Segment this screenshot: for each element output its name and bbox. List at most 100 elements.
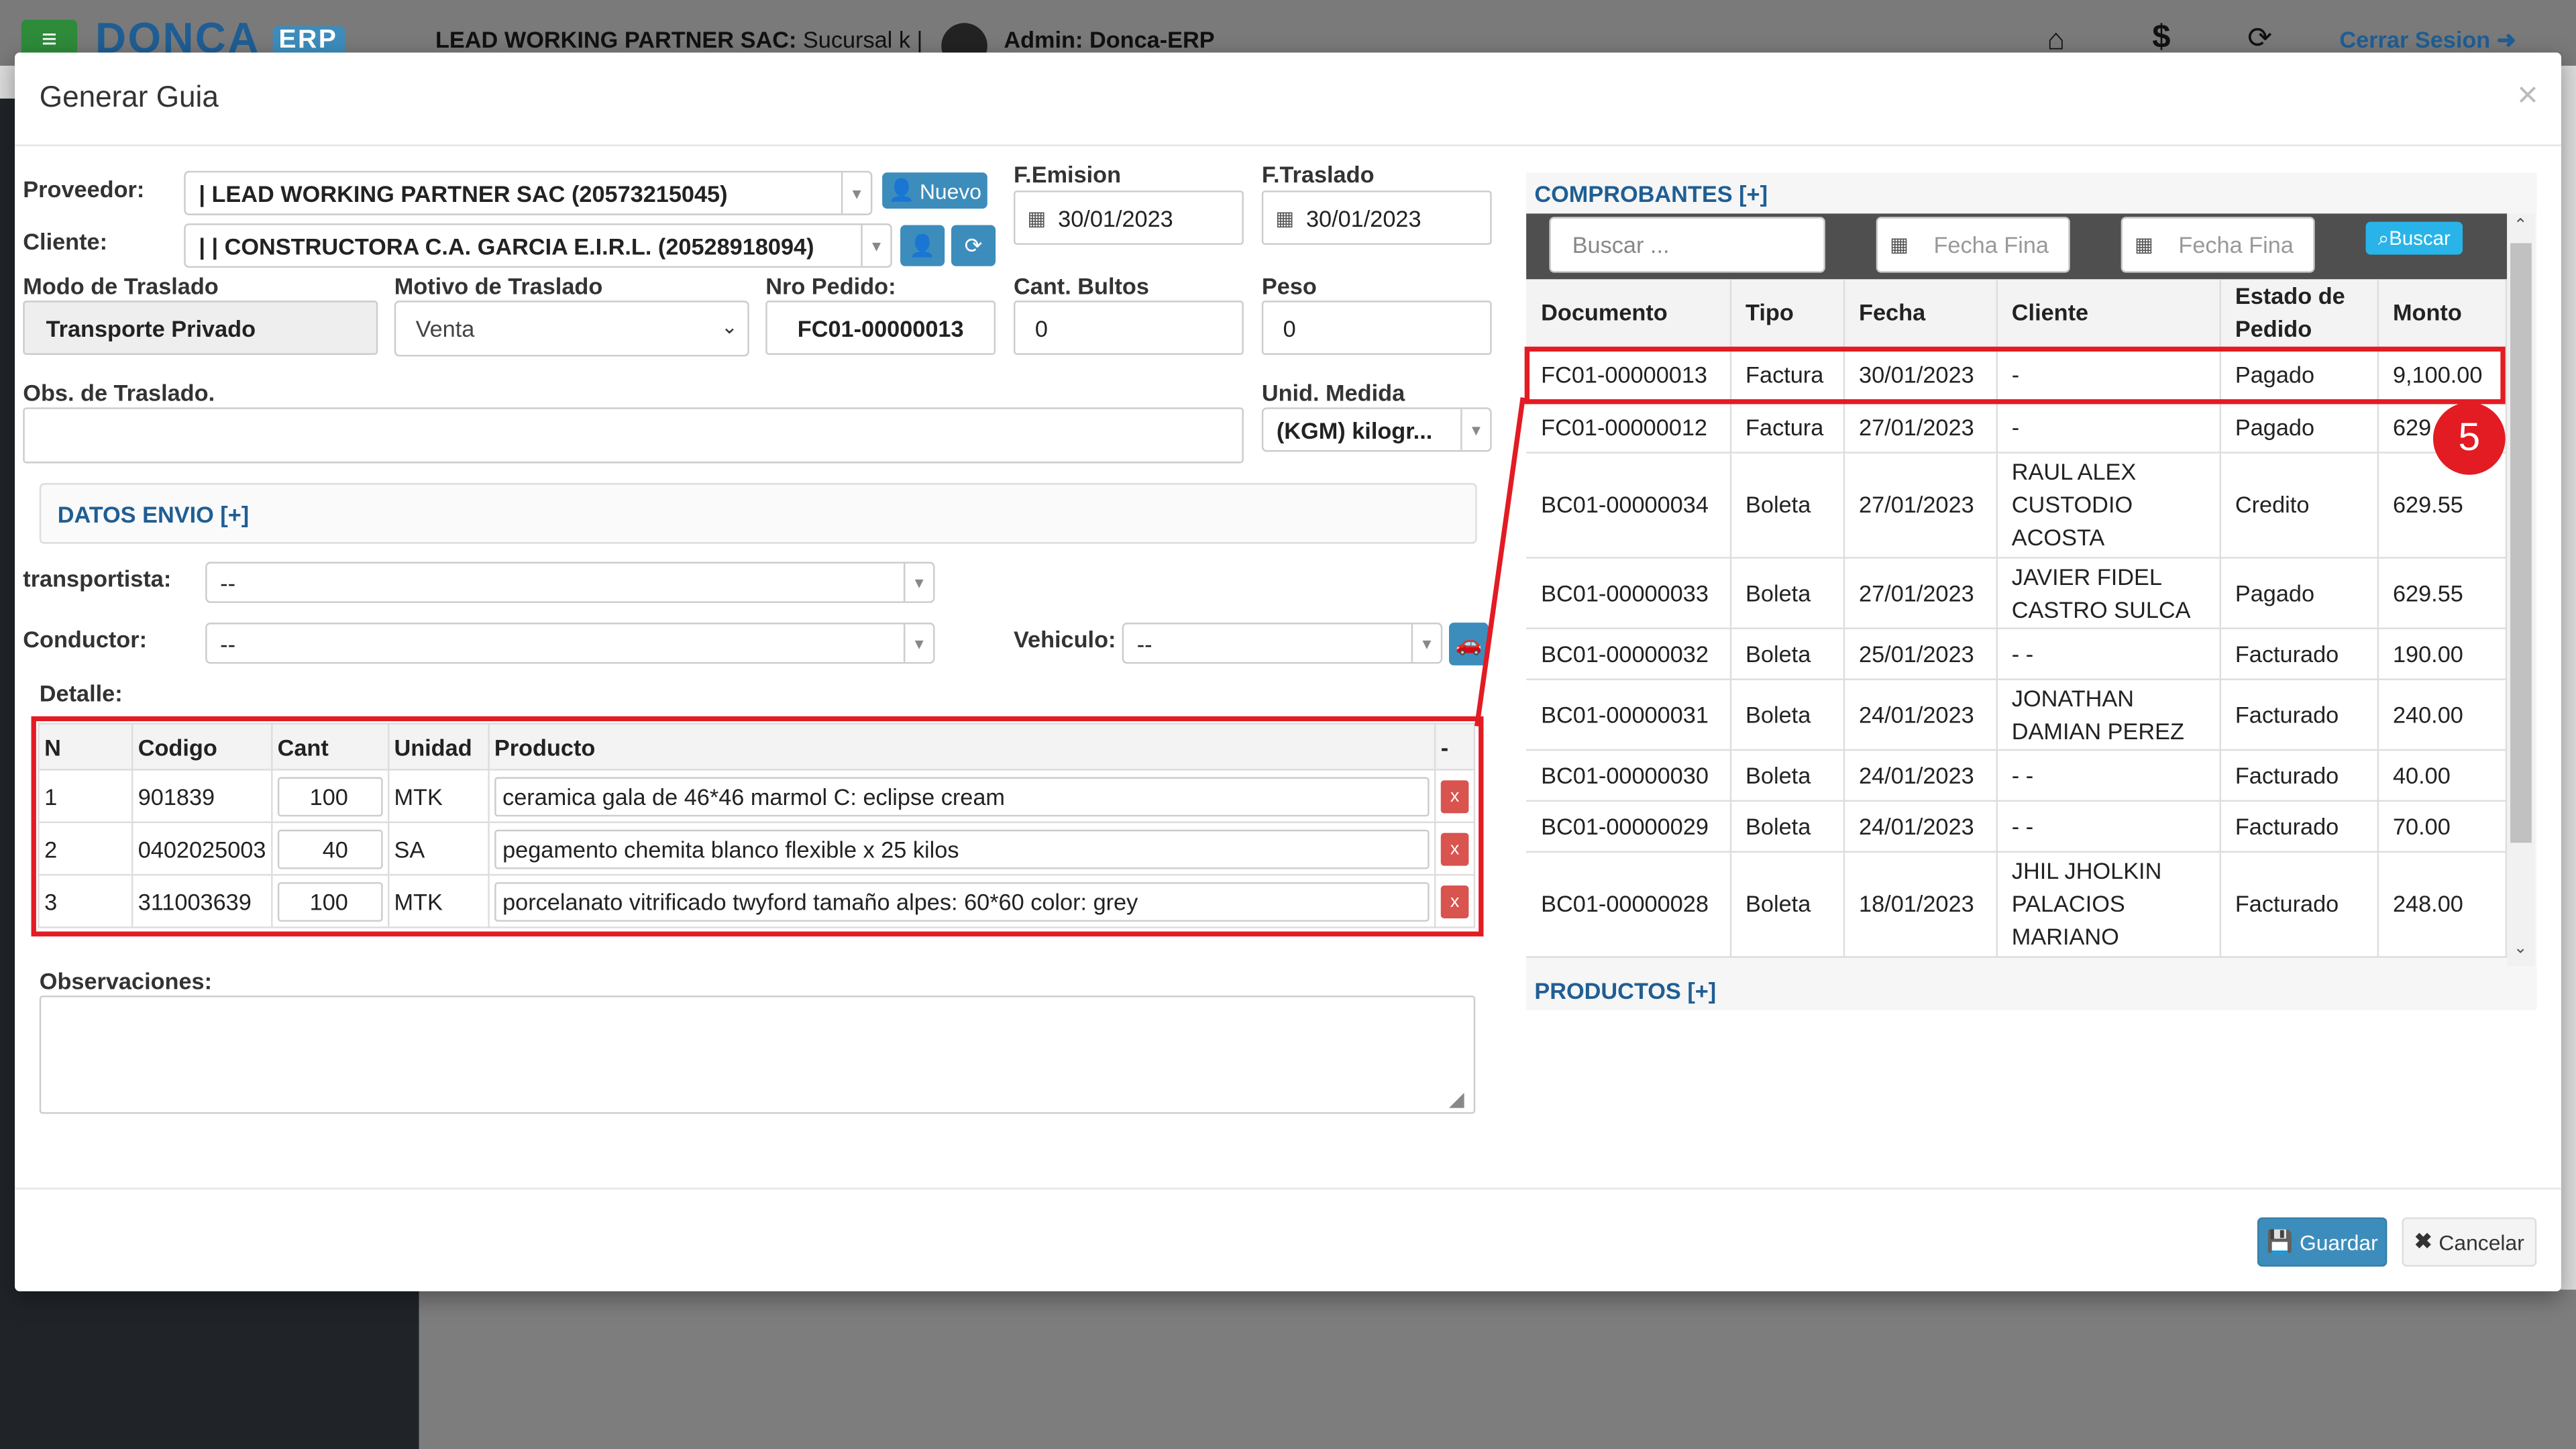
comprobantes-toggle[interactable]: COMPROBANTES [+] — [1534, 180, 1768, 207]
cancelar-button[interactable]: ✖ Cancelar — [2402, 1217, 2537, 1267]
cell-estado: Credito — [2219, 451, 2378, 558]
modal-title: Generar Guia — [39, 80, 219, 113]
conductor-value: -- — [220, 630, 236, 657]
cell-cliente: JHIL JHOLKIN PALACIOS MARIANO — [1996, 851, 2220, 957]
refresh-icon: ⟳ — [964, 232, 983, 258]
nro-pedido-label: Nro Pedido: — [765, 272, 896, 299]
f-traslado-field[interactable]: ▦ 30/01/2023 — [1261, 191, 1492, 245]
chevron-down-icon: ▼ — [1411, 624, 1441, 662]
cell-fecha: 27/01/2023 — [1843, 557, 1997, 629]
chevron-down-icon: ⌄ — [720, 315, 738, 339]
detalle-label: Detalle: — [39, 680, 123, 707]
cell-documento: BC01-00000033 — [1526, 557, 1731, 629]
add-client-button[interactable]: 👤 — [900, 225, 945, 266]
cell-tipo: Boleta — [1729, 557, 1845, 629]
close-icon: ✖ — [2414, 1228, 2432, 1254]
motivo-traslado-label: Motivo de Traslado — [394, 272, 603, 299]
col-fecha: Fecha — [1843, 279, 1997, 347]
nuevo-proveedor-button[interactable]: 👤 Nuevo — [882, 172, 987, 209]
logout-icon: ➜ — [2496, 26, 2516, 53]
save-icon: 💾 — [2266, 1228, 2294, 1254]
table-row[interactable]: BC01-00000033 Boleta 27/01/2023 JAVIER FIDE… — [1526, 557, 2508, 629]
app-content-area — [419, 1289, 2576, 1449]
obs-traslado-field[interactable] — [23, 407, 1244, 464]
vehiculo-value: -- — [1136, 630, 1152, 657]
fecha-fin-placeholder-2: Fecha Fina — [2178, 231, 2294, 258]
cell-monto: 240.00 — [2377, 678, 2508, 750]
cell-tipo: Boleta — [1729, 627, 1845, 680]
col-cliente: Cliente — [1996, 279, 2220, 347]
vehiculo-select[interactable]: -- ▼ — [1122, 623, 1443, 664]
buscar-button[interactable]: ⌕ Buscar — [2365, 221, 2463, 255]
close-icon[interactable]: × — [2517, 74, 2538, 117]
modal-footer-divider — [15, 1187, 2561, 1190]
datos-envio-toggle[interactable]: DATOS ENVIO [+] — [58, 501, 249, 527]
table-row[interactable]: BC01-00000028 Boleta 18/01/2023 JHIL JHOLKI… — [1526, 851, 2508, 957]
table-row[interactable]: BC01-00000029 Boleta 24/01/2023- - Facturad… — [1526, 800, 2508, 852]
cell-monto: 629.55 — [2377, 557, 2508, 629]
chevron-down-icon: ▼ — [841, 172, 871, 214]
observaciones-label: Observaciones: — [39, 967, 213, 994]
f-emision-field[interactable]: ▦ 30/01/2023 — [1014, 191, 1244, 245]
obs-traslado-label: Obs. de Traslado. — [23, 379, 215, 406]
comprobantes-search-input[interactable]: Buscar ... — [1549, 217, 1825, 273]
dollar-icon[interactable]: $ — [2152, 19, 2170, 57]
col-tipo: Tipo — [1729, 279, 1845, 347]
scroll-up-icon[interactable]: ⌃ — [2514, 217, 2528, 235]
table-row[interactable]: BC01-00000030 Boleta 24/01/2023- - Facturad… — [1526, 749, 2508, 801]
step-badge: 5 — [2432, 402, 2506, 475]
cliente-select[interactable]: | | CONSTRUCTORA C.A. GARCIA E.I.R.L. (2… — [184, 223, 892, 268]
logout-link[interactable]: Cerrar Sesion ➜ — [2339, 26, 2516, 54]
table-row[interactable]: BC01-00000031 Boleta 24/01/2023 JONATHAN DA… — [1526, 678, 2508, 750]
table-row[interactable]: FC01-00000012 Factura 27/01/2023- Pagado 629 — [1526, 400, 2508, 453]
calendar-icon: ▦ — [2135, 233, 2153, 257]
cell-estado: Facturado — [2219, 800, 2378, 852]
table-row[interactable]: BC01-00000032 Boleta 25/01/2023- - Facturad… — [1526, 627, 2508, 680]
cancelar-label: Cancelar — [2438, 1230, 2524, 1254]
resize-handle-icon[interactable]: ◢ — [1449, 1087, 1464, 1110]
nro-pedido-field[interactable]: FC01-00000013 — [765, 301, 996, 355]
cell-estado: Pagado — [2219, 400, 2378, 453]
fecha-fin-field-2[interactable]: ▦ Fecha Fina — [2121, 217, 2315, 273]
refresh-client-button[interactable]: ⟳ — [951, 225, 996, 266]
settings-icon[interactable]: ⟳ — [2247, 21, 2272, 56]
cell-cliente: JONATHAN DAMIAN PEREZ — [1996, 678, 2220, 750]
motivo-traslado-select[interactable]: Venta ⌄ — [394, 301, 749, 357]
unid-medida-select[interactable]: (KGM) kilogr... ▼ — [1261, 407, 1492, 452]
cell-tipo: Boleta — [1729, 749, 1845, 801]
cant-bultos-field[interactable]: 0 — [1014, 301, 1244, 355]
cell-monto: 248.00 — [2377, 851, 2508, 957]
unid-medida-label: Unid. Medida — [1261, 379, 1405, 406]
col-documento: Documento — [1526, 279, 1731, 347]
unid-medida-value: (KGM) kilogr... — [1276, 416, 1433, 443]
conductor-select[interactable]: -- ▼ — [205, 623, 935, 664]
cell-documento: BC01-00000030 — [1526, 749, 1731, 801]
buscar-label: Buscar — [2389, 226, 2451, 250]
modo-traslado-field[interactable]: Transporte Privado — [23, 301, 378, 355]
transportista-value: -- — [220, 569, 236, 596]
nuevo-label: Nuevo — [919, 178, 981, 203]
cell-tipo: Boleta — [1729, 678, 1845, 750]
comprobantes-scrollbar[interactable]: ⌃ ⌄ — [2507, 213, 2535, 967]
cell-documento: BC01-00000034 — [1526, 451, 1731, 558]
modal-header: Generar Guia × — [15, 52, 2561, 146]
add-user-icon: 👤 — [909, 232, 936, 258]
peso-label: Peso — [1261, 272, 1317, 299]
scroll-thumb[interactable] — [2510, 243, 2532, 843]
guardar-button[interactable]: 💾 Guardar — [2257, 1217, 2387, 1267]
peso-field[interactable]: 0 — [1261, 301, 1492, 355]
cell-fecha: 24/01/2023 — [1843, 678, 1997, 750]
fecha-fin-field-1[interactable]: ▦ Fecha Fina — [1876, 217, 2070, 273]
productos-toggle[interactable]: PRODUCTOS [+] — [1534, 977, 1716, 1004]
cell-cliente: - - — [1996, 800, 2220, 852]
observaciones-textarea[interactable] — [39, 996, 1476, 1114]
cell-fecha: 27/01/2023 — [1843, 400, 1997, 453]
cell-estado: Facturado — [2219, 627, 2378, 680]
table-row[interactable]: BC01-00000034 Boleta 27/01/2023 RAUL ALEX C… — [1526, 451, 2508, 558]
comprobantes-header-row: Documento Tipo Fecha Cliente Estado de P… — [1526, 279, 2508, 347]
calendar-icon: ▦ — [1027, 206, 1046, 229]
scroll-down-icon[interactable]: ⌄ — [2514, 940, 2528, 958]
transportista-select[interactable]: -- ▼ — [205, 561, 935, 603]
proveedor-select[interactable]: | LEAD WORKING PARTNER SAC (20573215045)… — [184, 170, 873, 215]
datos-envio-panel — [39, 483, 1477, 544]
